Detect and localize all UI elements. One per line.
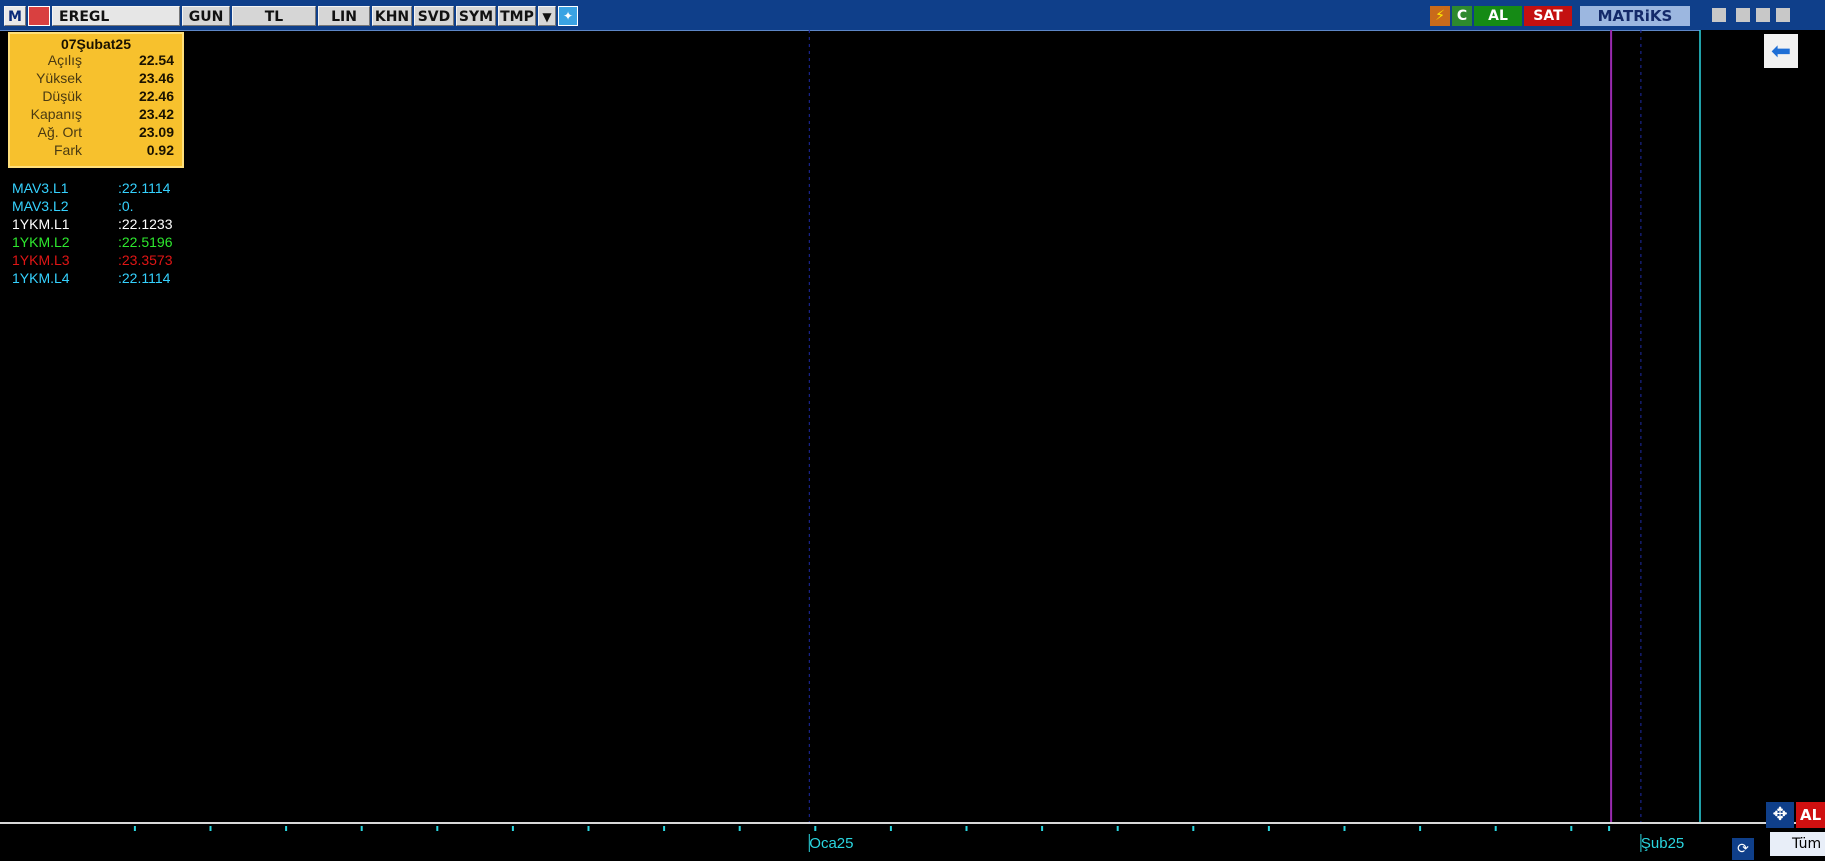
ohlc-label: Yüksek [36,70,82,86]
ohlc-label: Düşük [42,88,82,104]
lightning-icon[interactable]: ⚡ [1430,6,1450,26]
window-menu-icon[interactable] [1712,8,1726,22]
ohlc-label: Fark [54,142,82,158]
legend-name: 1YKM.L4 [12,270,70,286]
ohlc-info-box: 07Şubat25 Açılış 22.54 Yüksek 23.46 Düşük 22.… [8,32,184,168]
side-all-button[interactable]: Tüm [1770,832,1825,856]
x-tick-label: Oca25 [809,835,853,852]
legend-name: 1YKM.L3 [12,252,70,268]
legend-item: 1YKM.L4 :22.1114 [10,270,200,288]
legend-value: :23.3573 [118,252,173,268]
ohlc-value: 23.46 [138,70,174,86]
brand-logo: MATRiKS [1580,6,1690,26]
svd-button[interactable]: SVD [414,6,454,26]
legend-value: :0. [118,198,134,214]
ohlc-label: Kapanış [30,106,82,122]
refresh-icon[interactable]: ⟳ [1732,838,1754,860]
back-arrow-icon[interactable]: ⬅ [1764,34,1798,68]
minimize-icon[interactable] [1736,8,1750,22]
ohlc-row: Ağ. Ort 23.09 [10,124,182,142]
sym-button[interactable]: SYM [456,6,496,26]
legend-name: 1YKM.L2 [12,234,70,250]
period-button[interactable]: GUN [182,6,230,26]
symbol-field[interactable]: EREGL [52,6,180,26]
legend-value: :22.1114 [118,180,171,196]
ohlc-label: Ağ. Ort [37,124,82,140]
legend-item: 1YKM.L3 :23.3573 [10,252,200,270]
ohlc-date: 07Şubat25 [60,36,132,52]
tmp-button[interactable]: TMP [498,6,536,26]
price-axis: 28.27.26.25.24.23.22.Oca25Şub25 [0,30,1825,852]
legend-item: 1YKM.L1 :22.1233 [10,216,200,234]
ohlc-value: 23.09 [138,124,174,140]
ohlc-row: Yüksek 23.46 [10,70,182,88]
chart-type-icon[interactable] [28,6,50,26]
close-icon[interactable] [1776,8,1790,22]
maximize-icon[interactable] [1756,8,1770,22]
legend-name: MAV3.L2 [12,198,69,214]
price-chart[interactable]: 28.27.26.25.24.23.22.Oca25Şub25 24.7822.… [0,30,1825,861]
menu-m-button[interactable]: M [4,6,26,26]
dropdown-arrow-icon[interactable]: ▼ [538,6,556,26]
ohlc-row: Düşük 22.46 [10,88,182,106]
khn-button[interactable]: KHN [372,6,412,26]
right-panel [1785,30,1825,822]
legend-value: :22.5196 [118,234,173,250]
legend-value: :22.1114 [118,270,171,286]
side-buy-button[interactable]: AL [1796,802,1825,828]
grid-layer [808,30,1642,822]
x-axis-border [0,822,1825,824]
buy-button[interactable]: AL [1474,6,1522,26]
legend-value: :22.1233 [118,216,173,232]
twitter-icon[interactable]: ✦ [558,6,578,26]
ohlc-row: Kapanış 23.42 [10,106,182,124]
currency-button[interactable]: TL [232,6,316,26]
x-tick-label: Şub25 [1641,835,1684,852]
legend-item: MAV3.L2 :0. [10,198,200,216]
ohlc-value: 0.92 [146,142,174,158]
c-button[interactable]: C [1452,6,1472,26]
ohlc-row: Fark 0.92 [10,142,182,160]
legend-name: 1YKM.L1 [12,216,70,232]
sell-button[interactable]: SAT [1524,6,1572,26]
move-icon[interactable]: ✥ [1766,802,1794,828]
ohlc-value: 22.54 [138,52,174,68]
ohlc-row: Açılış 22.54 [10,52,182,70]
ohlc-value: 23.42 [138,106,174,122]
toolbar: M EREGL GUN TL LIN KHN SVD SYM TMP ▼ ✦ ⚡… [0,0,1825,31]
ohlc-label: Açılış [47,52,82,68]
legend-name: MAV3.L1 [12,180,69,196]
scale-button[interactable]: LIN [318,6,370,26]
indicator-legend: MAV3.L1 :22.1114 MAV3.L2 :0. 1YKM.L1 :22.1233… [10,180,200,288]
ohlc-value: 22.46 [138,88,174,104]
legend-item: 1YKM.L2 :22.5196 [10,234,200,252]
legend-item: MAV3.L1 :22.1114 [10,180,200,198]
